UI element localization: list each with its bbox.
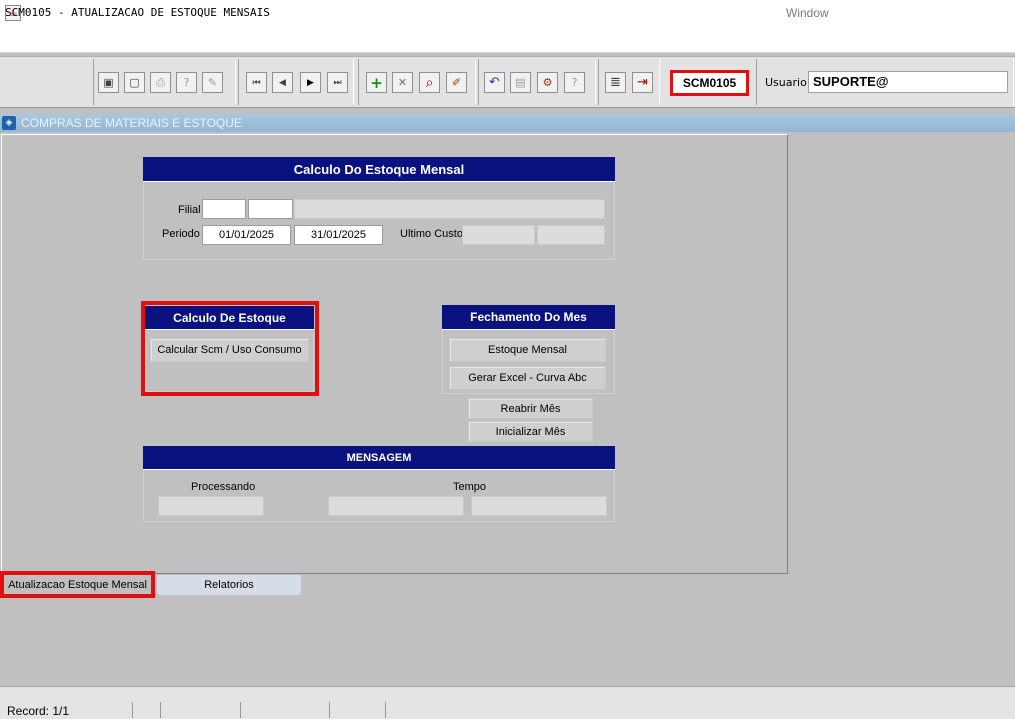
tempo-start-field xyxy=(328,496,464,516)
filial-name-field xyxy=(294,199,605,219)
mensagem-frame-title: MENSAGEM xyxy=(143,446,615,470)
query-help-icon[interactable]: ? xyxy=(176,72,197,93)
status-divider xyxy=(160,702,161,718)
menu-bar xyxy=(0,28,1015,53)
clipboard-icon[interactable]: ▤ xyxy=(510,72,531,93)
next-record-icon[interactable]: ▶ xyxy=(300,72,321,93)
exit-icon[interactable]: ⇥ xyxy=(632,72,653,93)
calc-frame-body xyxy=(143,182,615,260)
module-icon: ◈ xyxy=(2,116,16,130)
menu-icon[interactable]: ≣ xyxy=(605,72,626,93)
filial-sub-field[interactable] xyxy=(248,199,293,219)
undo-icon[interactable]: ↶ xyxy=(484,72,505,93)
periodo-label: Periodo xyxy=(162,228,200,240)
help-icon[interactable]: ? xyxy=(564,72,585,93)
user-input[interactable]: SUPORTE@ xyxy=(808,71,1008,93)
tab-highlight xyxy=(0,571,155,598)
delete-record-icon[interactable]: ✕ xyxy=(392,72,413,93)
save-icon[interactable]: ▣ xyxy=(98,72,119,93)
print-icon[interactable]: ⎙ xyxy=(150,72,171,93)
clear-icon[interactable]: ✐ xyxy=(446,72,467,93)
ultimo-custo-field-1 xyxy=(462,225,535,245)
inicializar-mes-button[interactable]: Inicializar Mês xyxy=(468,421,593,442)
last-record-icon[interactable]: ⏭ xyxy=(327,72,348,93)
status-divider xyxy=(240,702,241,718)
tempo-end-field xyxy=(471,496,607,516)
processando-label: Processando xyxy=(191,481,256,493)
status-divider xyxy=(329,702,330,718)
periodo-end-field[interactable]: 31/01/2025 xyxy=(294,225,383,245)
settings-icon[interactable]: ⚙ xyxy=(537,72,558,93)
status-bar xyxy=(0,686,1015,719)
calc-frame-title: Calculo Do Estoque Mensal xyxy=(143,157,615,182)
record-status: Record: 1/1 xyxy=(7,704,70,718)
window-title: SCM0105 - ATUALIZACAO DE ESTOQUE MENSAIS xyxy=(5,6,270,19)
filial-code-field[interactable] xyxy=(202,199,246,219)
user-label: Usuario xyxy=(765,76,807,89)
window-menu[interactable]: Window xyxy=(786,6,829,20)
periodo-start-field[interactable]: 01/01/2025 xyxy=(202,225,291,245)
screen-code-box: SCM0105 xyxy=(670,70,749,96)
reabrir-mes-button[interactable]: Reabrir Mês xyxy=(468,398,593,419)
status-divider xyxy=(132,702,133,718)
tab-relatorios[interactable]: Relatorios xyxy=(156,574,302,596)
estoque-frame-highlight xyxy=(141,301,319,396)
ultimo-custo-field-2 xyxy=(537,225,605,245)
screen-icon[interactable]: ▢ xyxy=(124,72,145,93)
first-record-icon[interactable]: ⏮ xyxy=(246,72,267,93)
edit-help-icon[interactable]: ✎ xyxy=(202,72,223,93)
tempo-label: Tempo xyxy=(453,481,487,493)
previous-record-icon[interactable]: ◀ xyxy=(272,72,293,93)
insert-record-icon[interactable]: + xyxy=(366,72,387,93)
estoque-mensal-button[interactable]: Estoque Mensal xyxy=(449,338,606,362)
processando-field xyxy=(158,496,264,516)
gerar-excel-button[interactable]: Gerar Excel - Curva Abc xyxy=(449,366,606,390)
status-divider xyxy=(385,702,386,718)
search-icon[interactable]: ⌕ xyxy=(419,72,440,93)
screen-code: SCM0105 xyxy=(682,76,737,90)
ultimo-custo-label: Ultimo Custo xyxy=(400,228,463,240)
fechamento-frame-title: Fechamento Do Mes xyxy=(442,305,615,330)
module-title: COMPRAS DE MATERIAIS E ESTOQUE xyxy=(21,116,242,130)
filial-label: Filial xyxy=(178,204,201,216)
